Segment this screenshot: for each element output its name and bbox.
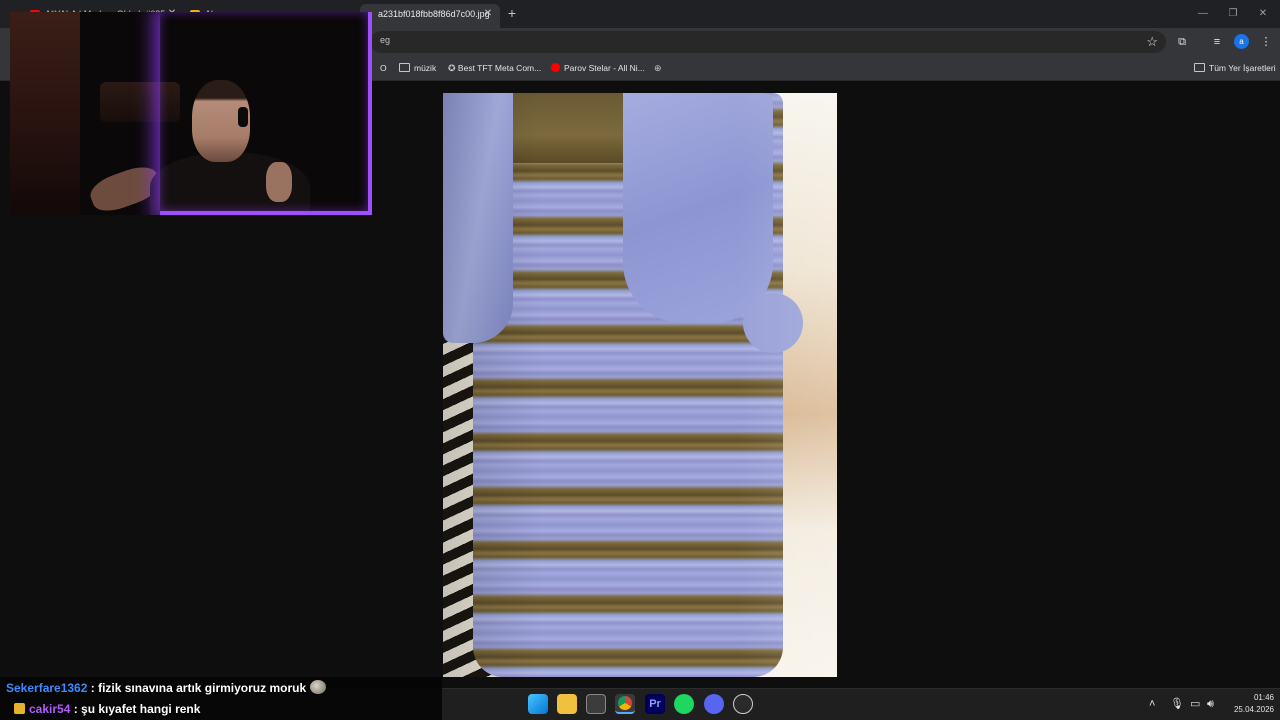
more-menu-icon[interactable]: ⋮ (1258, 34, 1274, 50)
microphone-icon[interactable]: 🎙︎ (1170, 697, 1184, 711)
webcam-overlay (10, 12, 372, 215)
subscriber-badge-icon (14, 703, 25, 714)
dress-photo (443, 93, 837, 677)
discord-icon[interactable] (704, 694, 724, 714)
bookmark-globe[interactable]: ⊕ (654, 61, 662, 75)
address-bar-text: eg (380, 35, 391, 45)
file-explorer-icon[interactable] (557, 694, 577, 714)
tray-chevron-up-icon[interactable]: ˄ (1149, 697, 1155, 711)
network-icon[interactable]: ▭ (1190, 697, 1200, 711)
tab-3-active[interactable]: a231bf018fbb8f86d7c00.jpg (360, 4, 500, 28)
folder-icon (1194, 63, 1205, 72)
webcam-glow-frame (160, 12, 372, 215)
bookmark-best-tft[interactable]: ✪ Best TFT Meta Com... (448, 61, 541, 75)
minimize-icon[interactable]: — (1196, 7, 1210, 21)
maximize-icon[interactable]: ❐ (1226, 7, 1240, 21)
tab-3-title: a231bf018fbb8f86d7c00.jpg (378, 9, 490, 19)
chat-message: Sekerfare1362 : fizik sınavına artık gir… (6, 679, 327, 697)
new-tab-plus-icon[interactable]: + (505, 6, 519, 20)
chat-username: Sekerfare1362 (6, 681, 88, 695)
bookmark-muzik[interactable]: müzik (399, 61, 436, 75)
chrome-icon[interactable] (615, 694, 635, 714)
system-clock[interactable]: 01:46 25.04.2026 (1228, 692, 1274, 716)
globe-icon: ⊕ (654, 63, 662, 73)
all-bookmarks[interactable]: Tüm Yer İşaretleri (1194, 61, 1276, 75)
youtube-icon (551, 63, 560, 72)
bookmark-star-icon[interactable]: ☆ (1146, 34, 1158, 50)
volume-icon[interactable]: 🔊︎ (1207, 697, 1214, 711)
extensions-puzzle-icon[interactable]: ⧉ (1174, 34, 1190, 50)
chat-text: : fizik sınavına artık girmiyoruz moruk (87, 681, 307, 695)
bookmark-o[interactable]: O (380, 61, 387, 75)
clock-time: 01:46 (1253, 693, 1274, 702)
microsoft-store-icon[interactable] (586, 694, 606, 714)
close-window-icon[interactable]: ✕ (1256, 7, 1270, 21)
profile-avatar[interactable]: a (1234, 34, 1249, 49)
tft-icon: ✪ (448, 63, 456, 73)
media-controls-icon[interactable]: ≡ (1209, 34, 1225, 50)
chat-message: cakir54 : şu kıyafet hangi renk (6, 700, 200, 718)
windows-start-icon[interactable] (528, 694, 548, 714)
bookmark-parov-stelar[interactable]: Parov Stelar - All Ni... (551, 61, 645, 75)
tab-3-close-icon[interactable]: ✕ (482, 8, 494, 20)
chat-username: cakir54 (29, 702, 71, 716)
premiere-pro-icon[interactable]: Pr (645, 694, 665, 714)
steam-icon[interactable] (733, 694, 753, 714)
desktop-screen: ⌄ A*YALA | Madara Oldu k #685 ✕ Ab... a2… (0, 0, 1280, 720)
emote-icon (310, 680, 327, 694)
address-bar[interactable]: eg ☆ (370, 31, 1166, 53)
folder-icon (399, 63, 410, 72)
chat-text: : şu kıyafet hangi renk (70, 702, 201, 716)
spotify-icon[interactable] (674, 694, 694, 714)
clock-date: 25.04.2026 (1233, 705, 1274, 714)
